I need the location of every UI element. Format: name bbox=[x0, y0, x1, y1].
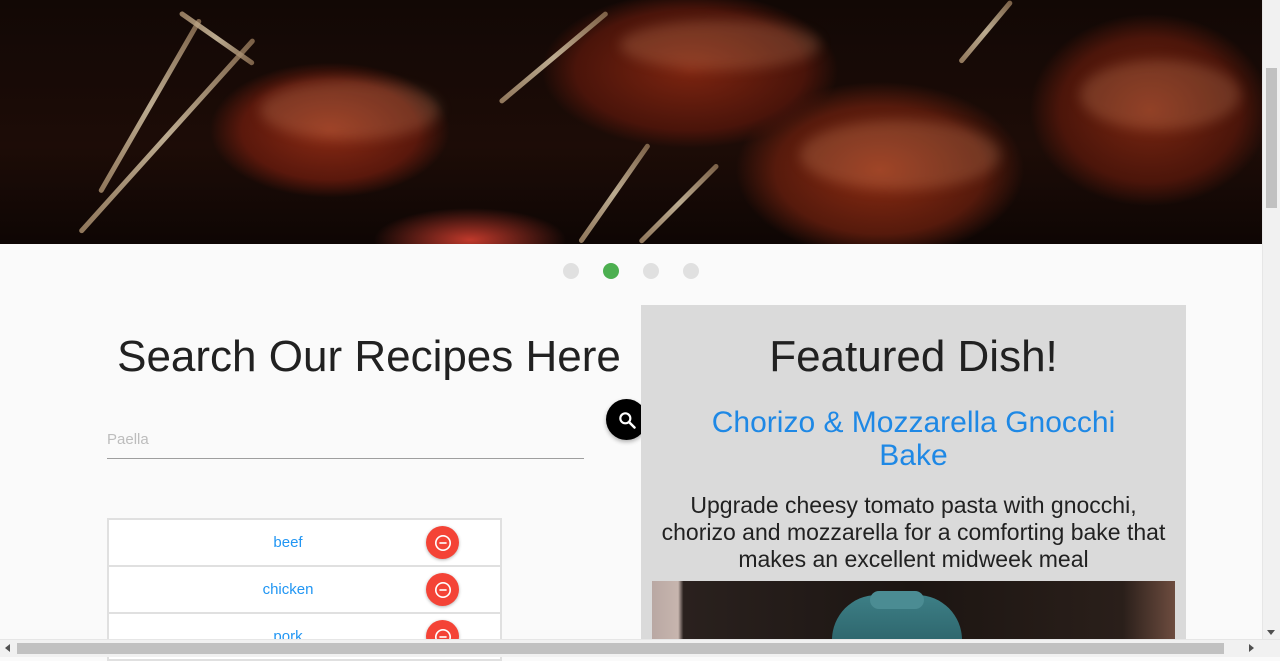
grill-bar bbox=[78, 37, 256, 235]
remove-ingredient-button[interactable] bbox=[426, 573, 459, 606]
scroll-down-arrow-icon[interactable] bbox=[1267, 630, 1275, 635]
carousel-indicators bbox=[563, 263, 699, 279]
list-item: chicken bbox=[109, 567, 500, 614]
featured-heading: Featured Dish! bbox=[769, 332, 1058, 381]
grill-bar bbox=[958, 0, 1014, 65]
horizontal-scrollbar[interactable] bbox=[0, 639, 1280, 657]
scroll-right-arrow-icon[interactable] bbox=[1249, 644, 1254, 652]
pot-lid-knob bbox=[870, 591, 924, 609]
featured-dish-panel: Featured Dish! Chorizo & Mozzarella Gnoc… bbox=[641, 305, 1186, 645]
search-icon bbox=[618, 411, 636, 429]
featured-dish-description: Upgrade cheesy tomato pasta with gnocchi… bbox=[661, 492, 1166, 572]
grill-bar bbox=[97, 18, 203, 194]
scroll-left-arrow-icon[interactable] bbox=[5, 644, 10, 652]
hero-carousel-image bbox=[0, 0, 1263, 244]
remove-ingredient-button[interactable] bbox=[426, 526, 459, 559]
ingredient-label[interactable]: beef bbox=[109, 534, 467, 551]
ingredient-label[interactable]: chicken bbox=[109, 581, 467, 598]
featured-dish-image[interactable] bbox=[652, 581, 1175, 645]
vertical-scrollbar[interactable] bbox=[1262, 0, 1280, 640]
carousel-dot-3[interactable] bbox=[643, 263, 659, 279]
search-heading: Search Our Recipes Here bbox=[117, 332, 621, 381]
meat-highlight bbox=[260, 80, 440, 140]
vertical-scroll-thumb[interactable] bbox=[1266, 68, 1277, 208]
grill-bar bbox=[498, 10, 609, 105]
meat-highlight bbox=[1080, 60, 1240, 130]
meat-highlight bbox=[620, 20, 820, 70]
featured-dish-link[interactable]: Chorizo & Mozzarella Gnocchi Bake bbox=[681, 406, 1146, 472]
horizontal-scroll-thumb[interactable] bbox=[17, 643, 1224, 654]
recipe-search-input[interactable] bbox=[107, 420, 584, 459]
list-item: beef bbox=[109, 520, 500, 567]
carousel-dot-2[interactable] bbox=[603, 263, 619, 279]
meat-highlight bbox=[800, 120, 1000, 190]
minus-circle-icon bbox=[434, 581, 451, 598]
carousel-dot-1[interactable] bbox=[563, 263, 579, 279]
carousel-dot-4[interactable] bbox=[683, 263, 699, 279]
grill-bar bbox=[577, 142, 651, 244]
grill-bar bbox=[638, 162, 720, 244]
minus-circle-icon bbox=[434, 534, 451, 551]
